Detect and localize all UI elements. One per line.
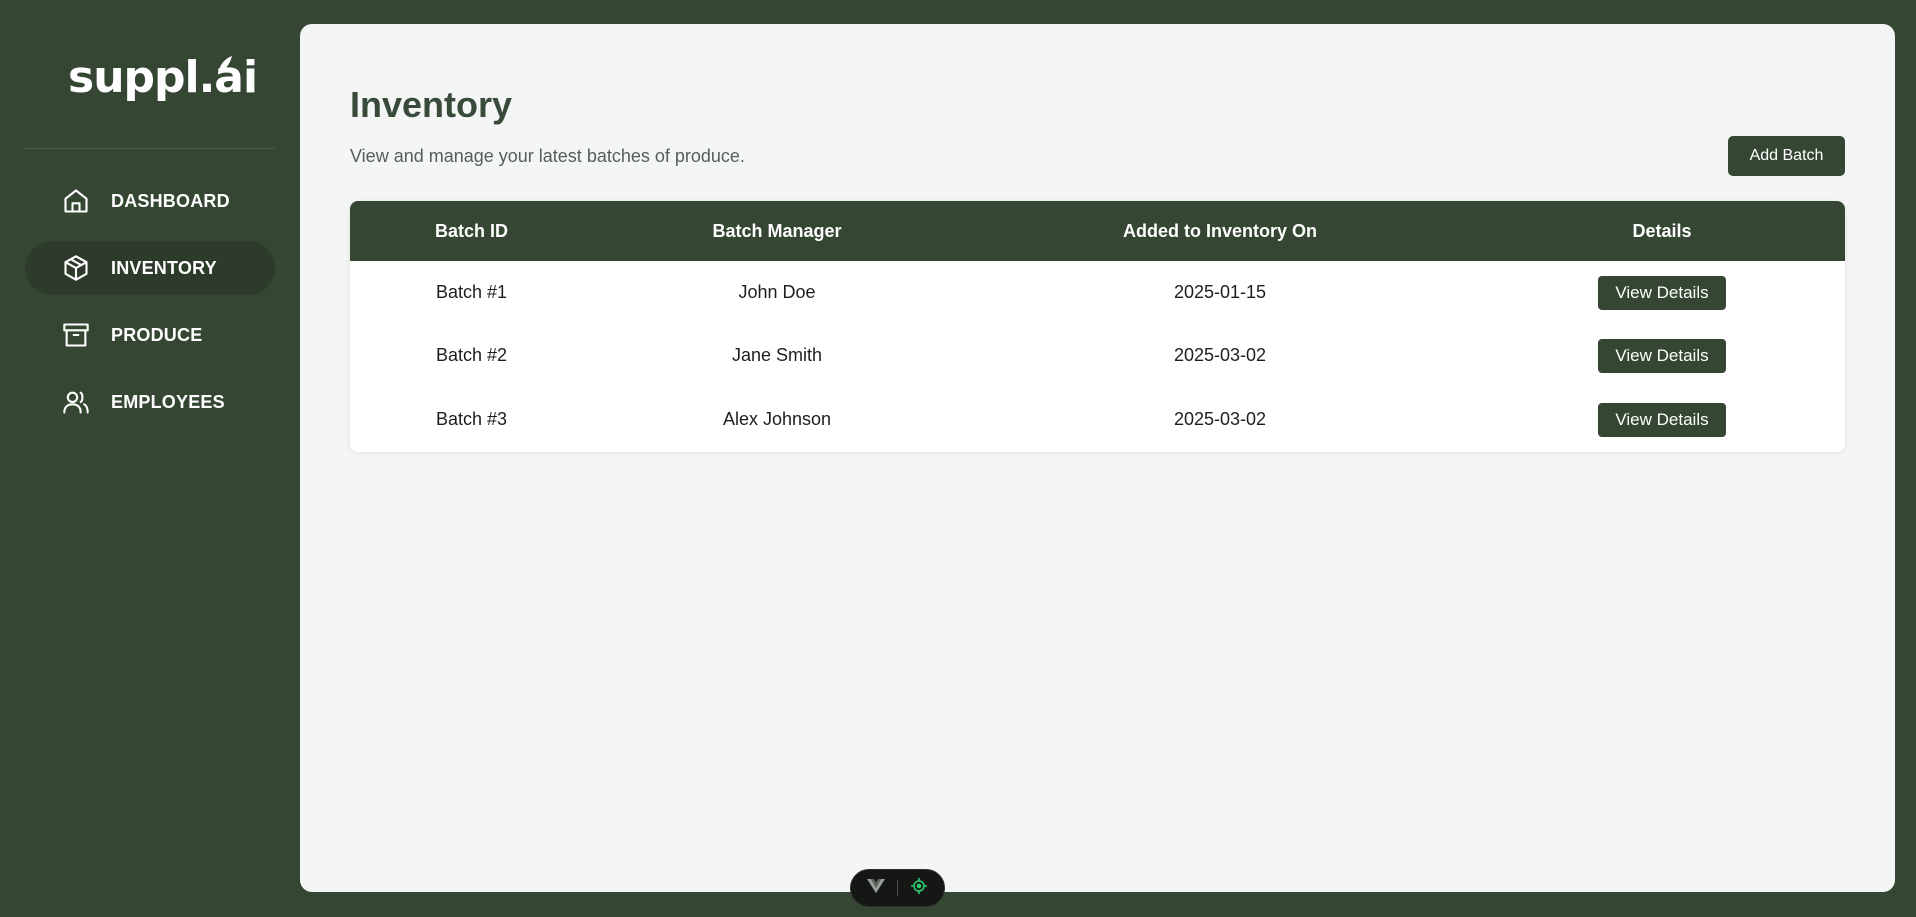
home-icon — [61, 186, 91, 216]
column-header-batch-id[interactable]: Batch ID — [350, 221, 593, 242]
leaf-icon — [218, 56, 232, 78]
sidebar-item-employees[interactable]: EMPLOYEES — [25, 375, 275, 429]
sidebar-item-dashboard[interactable]: DASHBOARD — [25, 174, 275, 228]
batch-id-cell: Batch #2 — [435, 345, 508, 365]
view-details-button[interactable]: View Details — [1598, 402, 1726, 437]
page-subtitle: View and manage your latest batches of p… — [350, 146, 745, 166]
view-details-button[interactable]: View Details — [1598, 275, 1726, 310]
table-header: Batch ID Batch Manager Added to Inventor… — [350, 201, 1845, 261]
table-row: Batch #3 Alex Johnson 2025-03-02 View De… — [350, 387, 1845, 452]
sidebar-item-label: PRODUCE — [111, 324, 203, 345]
batch-manager-cell: John Doe — [738, 282, 816, 302]
page-title: Inventory — [350, 84, 513, 125]
inventory-table: Batch ID Batch Manager Added to Inventor… — [350, 201, 1845, 452]
add-batch-button[interactable]: Add Batch — [1728, 136, 1845, 176]
box-icon — [61, 253, 91, 283]
sidebar-item-label: DASHBOARD — [111, 190, 230, 211]
added-on-cell: 2025-03-02 — [1173, 409, 1267, 429]
batch-id-cell: Batch #1 — [435, 282, 508, 302]
sidebar-item-label: INVENTORY — [111, 257, 217, 278]
devtools-toolbar — [850, 869, 945, 907]
sidebar-divider — [25, 148, 275, 149]
vue-logo-icon[interactable] — [867, 878, 885, 899]
table-row: Batch #2 Jane Smith 2025-03-02 View Deta… — [350, 324, 1845, 387]
sidebar-item-inventory[interactable]: INVENTORY — [25, 241, 275, 295]
column-header-added-on[interactable]: Added to Inventory On — [961, 221, 1479, 242]
batch-manager-cell: Alex Johnson — [722, 409, 832, 429]
details-cell: View Details — [1479, 338, 1845, 373]
sidebar-item-produce[interactable]: PRODUCE — [25, 308, 275, 362]
table-row: Batch #1 John Doe 2025-01-15 View Detail… — [350, 261, 1845, 324]
view-details-button[interactable]: View Details — [1598, 338, 1726, 373]
details-cell: View Details — [1479, 402, 1845, 437]
batch-id-cell: Batch #3 — [435, 409, 508, 429]
main-content: Inventory View and manage your latest ba… — [300, 24, 1895, 892]
sidebar-item-label: EMPLOYEES — [111, 391, 225, 412]
sidebar-nav: DASHBOARD INVENTORY PRODUCE EMPLOYEES — [25, 174, 275, 442]
target-icon[interactable] — [910, 877, 928, 900]
column-header-details[interactable]: Details — [1479, 221, 1845, 242]
batch-manager-cell: Jane Smith — [731, 345, 823, 365]
toolbar-separator — [897, 880, 898, 896]
sidebar: suppl.ai DASHBOARD INVENTORY PRODUCE EMP… — [0, 0, 300, 917]
column-header-batch-manager[interactable]: Batch Manager — [593, 221, 961, 242]
users-icon — [61, 387, 91, 417]
added-on-cell: 2025-01-15 — [1173, 282, 1267, 302]
details-cell: View Details — [1479, 275, 1845, 310]
added-on-cell: 2025-03-02 — [1173, 345, 1267, 365]
archive-icon — [61, 320, 91, 350]
